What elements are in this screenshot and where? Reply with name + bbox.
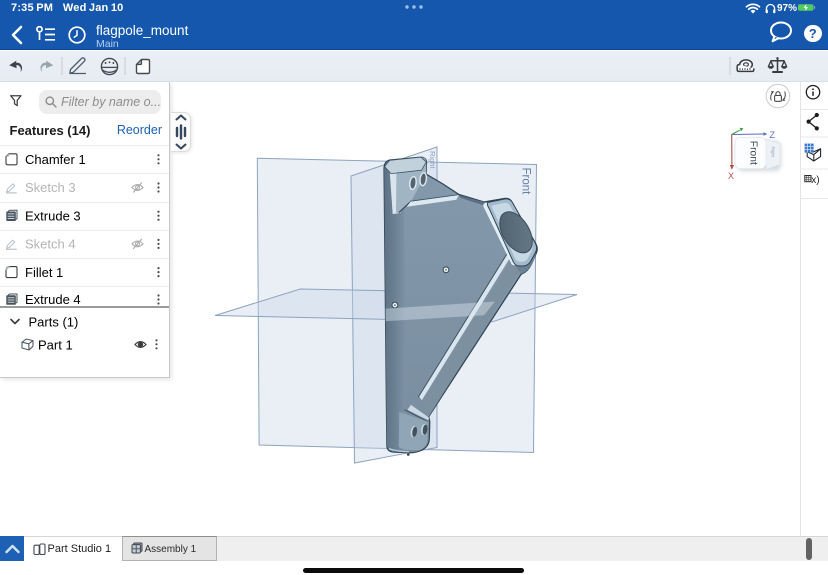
svg-text:Front: Front (748, 141, 759, 165)
svg-text:Right: Right (428, 151, 437, 169)
svg-text:Parts (1): Parts (1) (29, 314, 79, 329)
svg-text:Right: Right (771, 147, 776, 158)
svg-text:Z: Z (770, 130, 776, 140)
svg-text:Sketch 4: Sketch 4 (25, 237, 76, 252)
svg-text:Front: Front (520, 168, 532, 196)
svg-text:Fillet 1: Fillet 1 (25, 265, 63, 280)
svg-text:Extrude 4: Extrude 4 (25, 292, 81, 307)
svg-text:x): x) (811, 175, 819, 186)
svg-text:X: X (728, 171, 734, 181)
svg-text:Part 1: Part 1 (38, 337, 73, 352)
svg-text:Chamfer 1: Chamfer 1 (25, 152, 86, 167)
svg-text:Sketch 3: Sketch 3 (25, 180, 76, 195)
svg-text:Extrude 3: Extrude 3 (25, 208, 81, 223)
